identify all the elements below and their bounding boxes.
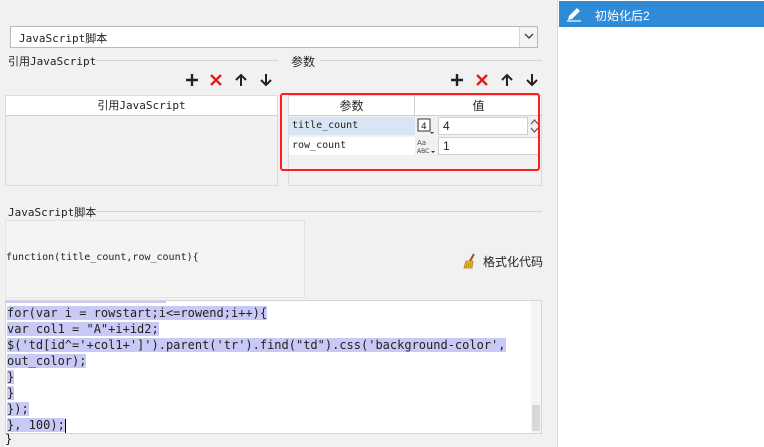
code-line: } (7, 369, 15, 385)
script-divider (96, 211, 542, 212)
code-line: var col1 = "A"+i+id2; (7, 321, 159, 337)
params-move-down-button[interactable] (523, 71, 541, 89)
delete-x-icon (210, 74, 222, 86)
tree-item-label: 初始化后2 (595, 9, 650, 23)
plus-icon (451, 74, 463, 86)
code-line-text: }); (7, 402, 29, 416)
ref-js-move-up-button[interactable] (232, 71, 250, 89)
script-type-select-value: JavaScript脚本 (19, 32, 108, 45)
chevron-down-icon[interactable] (519, 27, 537, 47)
script-type-select[interactable]: JavaScript脚本 (10, 26, 538, 48)
params-move-up-button[interactable] (498, 71, 516, 89)
ref-js-section-title: 引用JavaScript (8, 55, 97, 68)
code-line: }, 100); (7, 417, 66, 433)
code-line-text: var col1 = "A"+i+id2; (7, 322, 159, 336)
code-line: for(var i = rowstart;i<=rowend;i++){ (7, 305, 268, 321)
broom-icon (463, 253, 475, 269)
plus-icon (186, 74, 198, 86)
params-delete-button[interactable] (473, 71, 491, 89)
code-line-text: $('td[id^='+col1+']').parent('tr').find(… (7, 338, 506, 352)
code-line: } (7, 385, 15, 401)
tree-item-selected[interactable]: 初始化后2 (559, 1, 764, 27)
code-line-text: } (7, 370, 15, 384)
delete-x-icon (476, 74, 488, 86)
code-last-line: } (5, 432, 13, 446)
params-section-title: 参数 (291, 55, 316, 69)
code-editor[interactable]: for(var i = rowstart;i<=rowend;i++){ var… (5, 300, 542, 434)
params-divider (320, 60, 542, 61)
arrow-down-icon (260, 74, 272, 87)
code-line-text: out_color); (7, 354, 87, 368)
ref-js-delete-button[interactable] (207, 71, 225, 89)
code-line: out_color); (7, 353, 87, 369)
arrow-up-icon (501, 73, 513, 86)
format-code-button[interactable]: 格式化代码 (462, 251, 546, 271)
ref-js-add-button[interactable] (183, 71, 201, 89)
code-line-text: for(var i = rowstart;i<=rowend;i++){ (7, 306, 268, 320)
code-line: $('td[id^='+col1+']').parent('tr').find(… (7, 337, 506, 353)
code-line-text: }, 100); (7, 418, 65, 432)
editor-scrollbar-thumb[interactable] (532, 405, 540, 431)
format-code-label: 格式化代码 (483, 255, 544, 269)
function-signature: function(title_count,row_count){ (6, 252, 199, 263)
ref-js-divider (96, 60, 278, 61)
event-tree-panel: 初始化后2 (557, 0, 764, 447)
code-selection-fragment (6, 301, 166, 303)
params-add-button[interactable] (448, 71, 466, 89)
arrow-up-icon (235, 73, 247, 86)
code-line-text: } (7, 386, 15, 400)
script-section-title: JavaScript脚本 (8, 206, 97, 219)
code-line: }); (7, 401, 29, 417)
arrow-down-icon (526, 74, 538, 87)
pencil-icon (567, 8, 581, 22)
ref-js-column-header: 引用JavaScript (6, 96, 277, 116)
text-cursor (64, 418, 66, 433)
highlight-box (280, 93, 540, 171)
ref-js-grid: 引用JavaScript (5, 95, 278, 186)
ref-js-move-down-button[interactable] (257, 71, 275, 89)
